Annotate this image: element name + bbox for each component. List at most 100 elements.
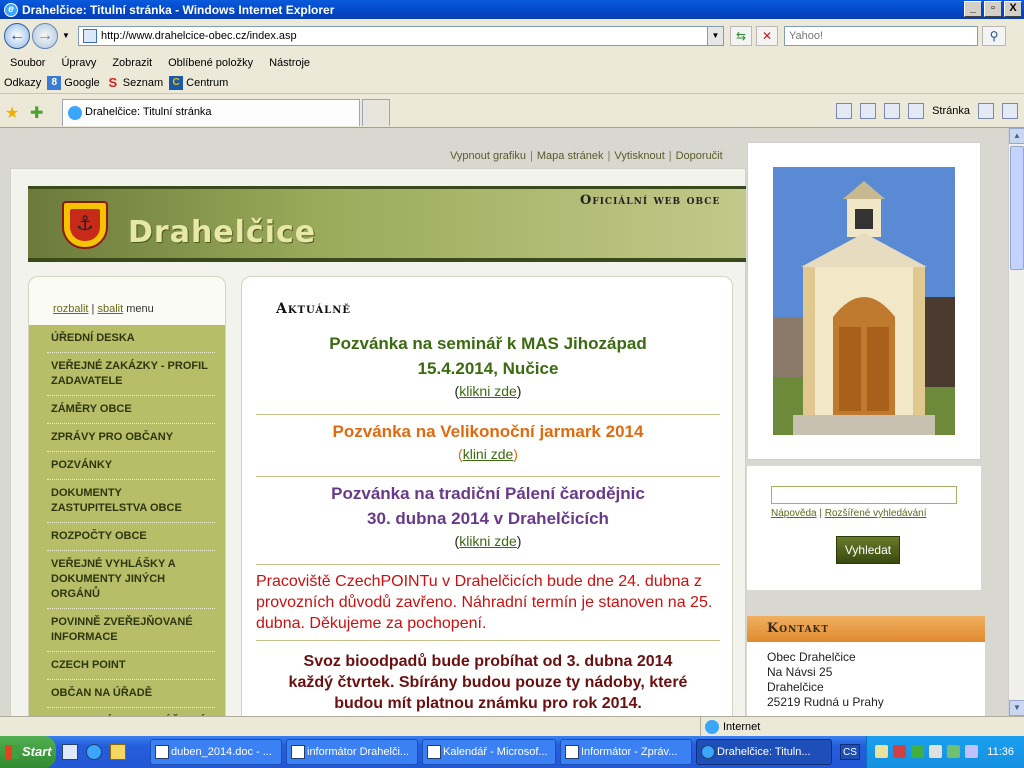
- address-input[interactable]: http://www.drahelcice-obec.cz/index.asp …: [78, 26, 724, 46]
- history-dropdown-icon[interactable]: ▼: [62, 31, 70, 40]
- safety-icon[interactable]: [978, 103, 994, 119]
- news-link[interactable]: klikni zde: [459, 533, 517, 549]
- forward-button[interactable]: →: [32, 23, 58, 49]
- menu-toggle: rozbalit | sbalit menu: [53, 303, 154, 315]
- nav-recommend[interactable]: Doporučit: [676, 150, 723, 162]
- news-item: Pozvánka na Velikonoční jarmark 2014 (kl…: [256, 419, 720, 477]
- volume-icon[interactable]: [965, 745, 978, 758]
- link-centrum[interactable]: C Centrum: [169, 76, 228, 90]
- menu-item-obcan-na-urade[interactable]: OBČAN NA ÚŘADĚ: [47, 680, 215, 708]
- link-seznam[interactable]: S Seznam: [106, 76, 163, 90]
- menu-item-zpravy[interactable]: ZPRÁVY PRO OBČANY: [47, 424, 215, 452]
- vertical-scrollbar[interactable]: ▲ ▼: [1008, 128, 1024, 716]
- search-help-link[interactable]: Nápověda: [771, 508, 817, 519]
- search-input[interactable]: Yahoo!: [784, 26, 978, 46]
- news-link[interactable]: klini zde: [463, 446, 514, 462]
- menu-item-dokumenty[interactable]: DOKUMENTY ZASTUPITELSTVA OBCE: [47, 480, 215, 523]
- tools-icon[interactable]: [1002, 103, 1018, 119]
- contact-line: Na Návsi 25: [767, 665, 833, 679]
- menu-item-uredni-deska[interactable]: ÚŘEDNÍ DESKA: [47, 325, 215, 353]
- news-link[interactable]: klikni zde: [459, 383, 517, 399]
- link-google-label: Google: [64, 77, 100, 89]
- menu-oblibene[interactable]: Oblíbené položky: [160, 57, 261, 69]
- menu-nastroje[interactable]: Nástroje: [261, 57, 318, 69]
- tray-icon[interactable]: [875, 745, 888, 758]
- internet-explorer-icon: [701, 745, 715, 759]
- taskbar-button-active[interactable]: Drahelčice: Tituln...: [696, 739, 832, 765]
- feeds-icon[interactable]: [860, 103, 877, 119]
- page-menu[interactable]: Stránka: [932, 105, 970, 117]
- back-button[interactable]: ←: [4, 23, 30, 49]
- news-item: Pozvánka na tradiční Pálení čarodějnic 3…: [256, 481, 720, 565]
- menu-zobrazit[interactable]: Zobrazit: [104, 57, 160, 69]
- minimize-button[interactable]: _: [964, 1, 982, 17]
- quick-launch-ie-icon[interactable]: [86, 744, 102, 760]
- links-bar: Odkazy 8 Google S Seznam C Centrum: [0, 73, 1024, 94]
- scroll-thumb[interactable]: [1010, 146, 1024, 270]
- menu-bar: Soubor Úpravy Zobrazit Oblíbené položky …: [0, 53, 1024, 73]
- address-dropdown-icon[interactable]: ▼: [707, 27, 723, 45]
- seznam-icon: S: [108, 75, 118, 90]
- menu-item-rozpocty[interactable]: ROZPOČTY OBCE: [47, 523, 215, 551]
- maximize-button[interactable]: ▫: [984, 1, 1002, 17]
- taskbar-button[interactable]: Kalendář - Microsof...: [422, 739, 556, 765]
- show-desktop-icon[interactable]: [62, 744, 78, 760]
- site-banner: ⚓ Drahelčice Oficiální web obce: [28, 186, 746, 262]
- tray-icon[interactable]: [947, 745, 960, 758]
- mail-icon[interactable]: [884, 103, 901, 119]
- search-icon[interactable]: ⚲: [982, 26, 1006, 46]
- scroll-down-icon[interactable]: ▼: [1009, 700, 1024, 716]
- nav-print[interactable]: Vytisknout: [614, 150, 664, 162]
- quick-launch-outlook-icon[interactable]: [110, 744, 126, 760]
- taskbar-button[interactable]: Informátor - Zpráv...: [560, 739, 692, 765]
- zone-label: Internet: [723, 721, 761, 733]
- side-menu-panel: rozbalit | sbalit menu ÚŘEDNÍ DESKA VEŘE…: [28, 276, 226, 716]
- taskbar-button[interactable]: informátor Drahelči...: [286, 739, 418, 765]
- print-icon[interactable]: [908, 103, 925, 119]
- nav-disable-graphics[interactable]: Vypnout grafiku: [450, 150, 526, 162]
- news-body-line: každý čtvrtek. Sbírány budou pouze ty ná…: [288, 674, 688, 691]
- tab-active[interactable]: Drahelčice: Titulní stránka: [62, 99, 360, 126]
- link-google[interactable]: 8 Google: [47, 76, 100, 90]
- menu-item-vyhlasky[interactable]: VEŘEJNÉ VYHLÁŠKY A DOKUMENTY JINÝCH ORGÁ…: [47, 551, 215, 609]
- menu-upravy[interactable]: Úpravy: [53, 57, 104, 69]
- site-search-input[interactable]: [771, 486, 957, 504]
- stop-icon[interactable]: ✕: [756, 26, 778, 46]
- close-button[interactable]: X: [1004, 1, 1022, 17]
- menu-item-pozvanky[interactable]: POZVÁNKY: [47, 452, 215, 480]
- news-title: Pozvánka na seminář k MAS Jihozápad: [329, 334, 647, 353]
- add-favorites-icon[interactable]: ✚: [30, 103, 43, 123]
- advanced-search-link[interactable]: Rozšířené vyhledávání: [825, 508, 927, 519]
- favorites-star-icon[interactable]: ★: [5, 103, 19, 123]
- menu-item-povinne-informace[interactable]: POVINNĚ ZVEŘEJŇOVANÉ INFORMACE: [47, 609, 215, 652]
- menu-item-odpady[interactable]: ODPADOVÉ HOSPODÁŘSTVÍ: [47, 708, 215, 716]
- refresh-icon[interactable]: ⇆: [730, 26, 752, 46]
- contact-line: 25219 Rudná u Prahy: [767, 695, 884, 709]
- taskbar-button[interactable]: duben_2014.doc - ...: [150, 739, 282, 765]
- search-submit-button[interactable]: Vyhledat: [836, 536, 900, 564]
- window-title: Drahelčice: Titulní stránka - Windows In…: [22, 2, 335, 17]
- menu-item-czech-point[interactable]: CZECH POINT: [47, 652, 215, 680]
- globe-icon: [705, 720, 719, 734]
- scroll-up-icon[interactable]: ▲: [1009, 128, 1024, 144]
- start-button[interactable]: Start: [0, 736, 56, 768]
- taskbar-button-label: Drahelčice: Tituln...: [717, 746, 811, 758]
- tray-icon[interactable]: [893, 745, 906, 758]
- coat-of-arms-icon: ⚓: [62, 201, 108, 249]
- word-document-icon: [291, 745, 305, 759]
- internet-explorer-icon: e: [4, 2, 18, 17]
- menu-item-verejne-zakazky[interactable]: VEŘEJNÉ ZAKÁZKY - PROFIL ZADAVATELE: [47, 353, 215, 396]
- nav-sitemap[interactable]: Mapa stránek: [537, 150, 604, 162]
- language-indicator[interactable]: CS: [840, 744, 860, 760]
- page-icon: [83, 29, 97, 43]
- collapse-menu-link[interactable]: sbalit: [97, 303, 123, 315]
- tray-icon[interactable]: [929, 745, 942, 758]
- home-icon[interactable]: [836, 103, 853, 119]
- menu-item-zamery-obce[interactable]: ZÁMĚRY OBCE: [47, 396, 215, 424]
- expand-menu-link[interactable]: rozbalit: [53, 303, 88, 315]
- tray-icon[interactable]: [911, 745, 924, 758]
- taskbar-button-label: Kalendář - Microsof...: [443, 746, 548, 758]
- menu-soubor[interactable]: Soubor: [2, 57, 53, 69]
- new-tab-button[interactable]: [362, 99, 390, 126]
- news-item: Pracoviště CzechPOINTu v Drahelčicích bu…: [256, 567, 720, 641]
